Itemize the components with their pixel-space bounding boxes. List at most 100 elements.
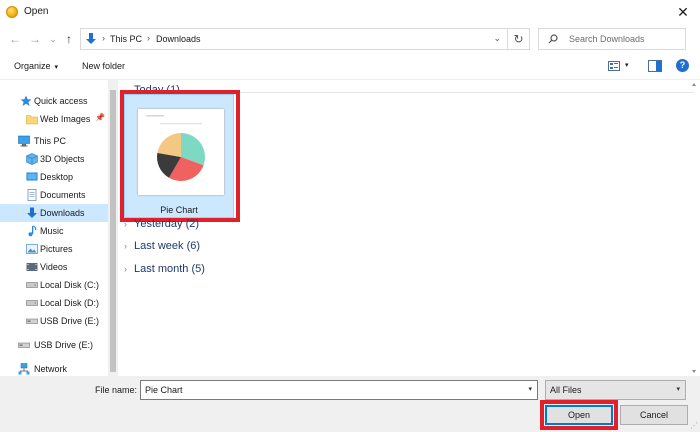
file-name-bar: File name: Pie Chart ▾ All Files ▾ Open …: [0, 376, 700, 432]
group-header-last-week[interactable]: › Last week (6): [124, 240, 200, 252]
highlight-box-open: [540, 400, 618, 430]
videos-icon: [26, 263, 38, 271]
chevron-right-icon: ›: [124, 219, 127, 229]
title-bar: Open ✕: [0, 0, 700, 24]
organize-button[interactable]: Organize ▾: [14, 61, 58, 71]
command-toolbar: Organize ▾ New folder ▾ ?: [0, 54, 700, 80]
chevron-down-icon: ▾: [676, 386, 680, 393]
scroll-down-arrow[interactable]: [692, 370, 696, 373]
sidebar-item-label: Desktop: [40, 172, 74, 182]
file-list: ⌄ Today (1) Pie Chart › Yesterday (2) › Las…: [118, 80, 700, 376]
sidebar-item-label: Documents: [40, 190, 86, 200]
group-label: Last week (6): [134, 240, 201, 252]
group-label: Yesterday (2): [134, 218, 200, 230]
pictures-icon: [26, 244, 38, 254]
computer-icon: [18, 135, 30, 147]
folder-icon: [26, 115, 38, 125]
help-icon[interactable]: ?: [676, 59, 689, 72]
file-name-input[interactable]: Pie Chart ▾: [140, 380, 538, 400]
file-type-value: All Files: [550, 385, 582, 395]
network-icon: [18, 363, 30, 375]
sidebar-item-label: USB Drive (E:): [40, 316, 100, 326]
sidebar-item-local-disk-c[interactable]: Local Disk (C:): [0, 276, 108, 294]
back-button[interactable]: ←: [8, 32, 22, 46]
navigation-pane: Quick access Web Images 📌 This PC 3D Obj…: [0, 80, 118, 376]
sidebar-item-label: 3D Objects: [40, 154, 85, 164]
star-icon: [20, 95, 32, 106]
view-options-caret[interactable]: ▾: [625, 61, 629, 69]
sidebar-item-music[interactable]: Music: [0, 222, 108, 240]
usb-drive-icon: [18, 342, 30, 348]
file-name-value: Pie Chart: [145, 385, 183, 395]
file-type-select[interactable]: All Files ▾: [545, 380, 686, 400]
sidebar-item-desktop[interactable]: Desktop: [0, 168, 108, 186]
up-button[interactable]: ↑: [62, 32, 76, 46]
pin-icon[interactable]: 📌: [95, 113, 105, 122]
forward-button[interactable]: →: [28, 32, 42, 46]
recent-locations-button[interactable]: ⌄: [46, 32, 60, 46]
drive-icon: [26, 300, 38, 306]
organize-label: Organize: [14, 61, 51, 71]
chevron-down-icon: ▾: [54, 64, 59, 71]
search-icon: [548, 34, 558, 44]
content-scrollbar[interactable]: [688, 80, 700, 376]
chevron-down-icon[interactable]: ▾: [528, 385, 532, 393]
close-button[interactable]: ✕: [674, 3, 692, 21]
chevron-down-icon[interactable]: ⌄: [493, 33, 501, 44]
scroll-up-arrow[interactable]: [692, 83, 696, 86]
sidebar-item-quick-access[interactable]: Quick access: [0, 92, 108, 110]
navigation-bar: ← → ⌄ ↑ › This PC › Downloads ⌄ ↻ Search…: [0, 24, 700, 54]
preview-pane-icon[interactable]: [648, 60, 662, 72]
sidebar-item-downloads[interactable]: Downloads: [0, 204, 108, 222]
file-name-label: File name:: [95, 385, 137, 395]
sidebar-item-label: Quick access: [34, 96, 88, 106]
group-header-yesterday[interactable]: › Yesterday (2): [124, 218, 199, 230]
group-header-last-month[interactable]: › Last month (5): [124, 263, 205, 275]
sidebar-item-documents[interactable]: Documents: [0, 186, 108, 204]
sidebar-item-label: USB Drive (E:): [34, 340, 94, 350]
refresh-button[interactable]: ↻: [508, 28, 530, 50]
cube-icon: [26, 153, 38, 165]
sidebar-item-label: Downloads: [40, 208, 85, 218]
sidebar-item-this-pc[interactable]: This PC: [0, 132, 108, 150]
breadcrumb-separator: ›: [102, 33, 105, 43]
documents-icon: [27, 189, 37, 201]
sidebar-item-usb-drive-e[interactable]: USB Drive (E:): [0, 312, 108, 330]
breadcrumb-separator: ›: [147, 33, 150, 43]
sidebar-scrollbar-thumb[interactable]: [110, 90, 116, 372]
desktop-icon: [26, 172, 38, 181]
sidebar-item-usb-drive-e-root[interactable]: USB Drive (E:): [0, 336, 108, 354]
group-divider: [196, 92, 694, 93]
sidebar-item-label: Music: [40, 226, 64, 236]
window-title: Open: [24, 6, 49, 17]
sidebar-item-label: Pictures: [40, 244, 73, 254]
file-name-label-text: File name:: [95, 385, 138, 395]
breadcrumb-downloads[interactable]: Downloads: [156, 34, 201, 44]
sidebar-item-label: Web Images: [40, 114, 91, 124]
sidebar-item-3d-objects[interactable]: 3D Objects: [0, 150, 108, 168]
sidebar-item-pictures[interactable]: Pictures: [0, 240, 108, 258]
view-options-icon[interactable]: [608, 61, 620, 71]
sidebar-item-videos[interactable]: Videos: [0, 258, 108, 276]
drive-icon: [26, 282, 38, 288]
sidebar-item-label: Network: [34, 364, 68, 374]
usb-drive-icon: [26, 318, 38, 324]
cancel-button[interactable]: Cancel: [620, 405, 688, 425]
search-placeholder: Search Downloads: [569, 34, 645, 44]
breadcrumb-this-pc[interactable]: This PC: [110, 34, 142, 44]
highlight-box-file: [120, 90, 240, 222]
chevron-right-icon: ›: [124, 264, 127, 274]
sidebar-item-web-images[interactable]: Web Images 📌: [0, 110, 108, 128]
sidebar-item-label: Local Disk (C:): [40, 280, 100, 290]
search-input[interactable]: Search Downloads: [538, 28, 686, 50]
sidebar-scrollbar[interactable]: [108, 80, 118, 376]
address-bar[interactable]: › This PC › Downloads ⌄: [80, 28, 508, 50]
music-icon: [28, 225, 37, 237]
sidebar-item-label: Videos: [40, 262, 68, 272]
sidebar-item-local-disk-d[interactable]: Local Disk (D:): [0, 294, 108, 312]
new-folder-button[interactable]: New folder: [82, 61, 125, 71]
app-icon: [6, 6, 18, 18]
chevron-right-icon: ›: [124, 241, 127, 251]
resize-grip[interactable]: ⋰: [690, 421, 698, 430]
group-label: Last month (5): [134, 263, 205, 275]
